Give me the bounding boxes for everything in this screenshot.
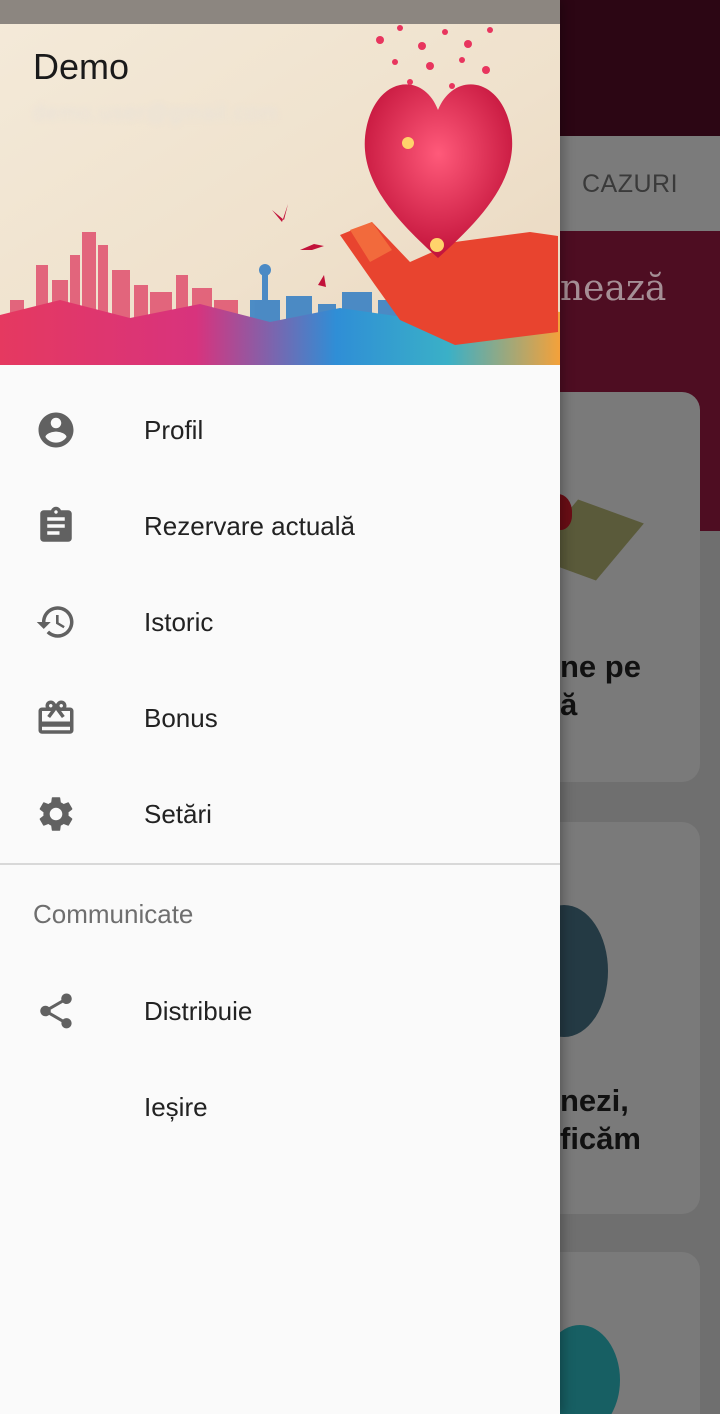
menu-item-label: Rezervare actuală	[144, 510, 355, 541]
account-circle-icon	[33, 407, 79, 453]
menu-item-label: Bonus	[144, 702, 218, 733]
menu-item-istoric[interactable]: Istoric	[0, 574, 560, 670]
communicate-menu: Distribuie Ieșire	[0, 963, 560, 1155]
gift-card-icon	[33, 695, 79, 741]
menu-item-label: Ieșire	[144, 1091, 208, 1122]
menu-item-label: Setări	[144, 798, 212, 829]
drawer-menu: Profil Rezervare actuală Istoric Bonus S…	[0, 382, 560, 862]
navigation-drawer: Demo demo.user@gmail.com Profil Rezervar…	[0, 0, 560, 1414]
menu-item-distribuie[interactable]: Distribuie	[0, 963, 560, 1059]
menu-item-iesire[interactable]: Ieșire	[0, 1059, 560, 1155]
menu-item-profil[interactable]: Profil	[0, 382, 560, 478]
gear-icon	[33, 791, 79, 837]
section-title-communicate: Communicate	[33, 899, 194, 929]
status-bar	[0, 0, 560, 24]
feature-card-title: nezi, ficăm	[560, 1083, 641, 1156]
user-name: Demo	[33, 46, 130, 87]
menu-item-label: Distribuie	[144, 995, 253, 1026]
menu-item-rezervare[interactable]: Rezervare actuală	[0, 478, 560, 574]
menu-item-bonus[interactable]: Bonus	[0, 670, 560, 766]
menu-item-label: Istoric	[144, 606, 214, 637]
user-email: demo.user@gmail.com	[33, 100, 279, 125]
share-icon	[33, 988, 79, 1034]
tab-cazuri[interactable]: CAZURI	[582, 170, 678, 199]
clipboard-icon	[33, 503, 79, 549]
history-icon	[33, 599, 79, 645]
menu-item-label: Profil	[144, 414, 204, 445]
feature-card-title: ne pe ă	[560, 649, 641, 722]
hero-title: nează	[560, 268, 667, 309]
menu-item-setari[interactable]: Setări	[0, 766, 560, 862]
drawer-header: Demo demo.user@gmail.com	[0, 0, 560, 365]
